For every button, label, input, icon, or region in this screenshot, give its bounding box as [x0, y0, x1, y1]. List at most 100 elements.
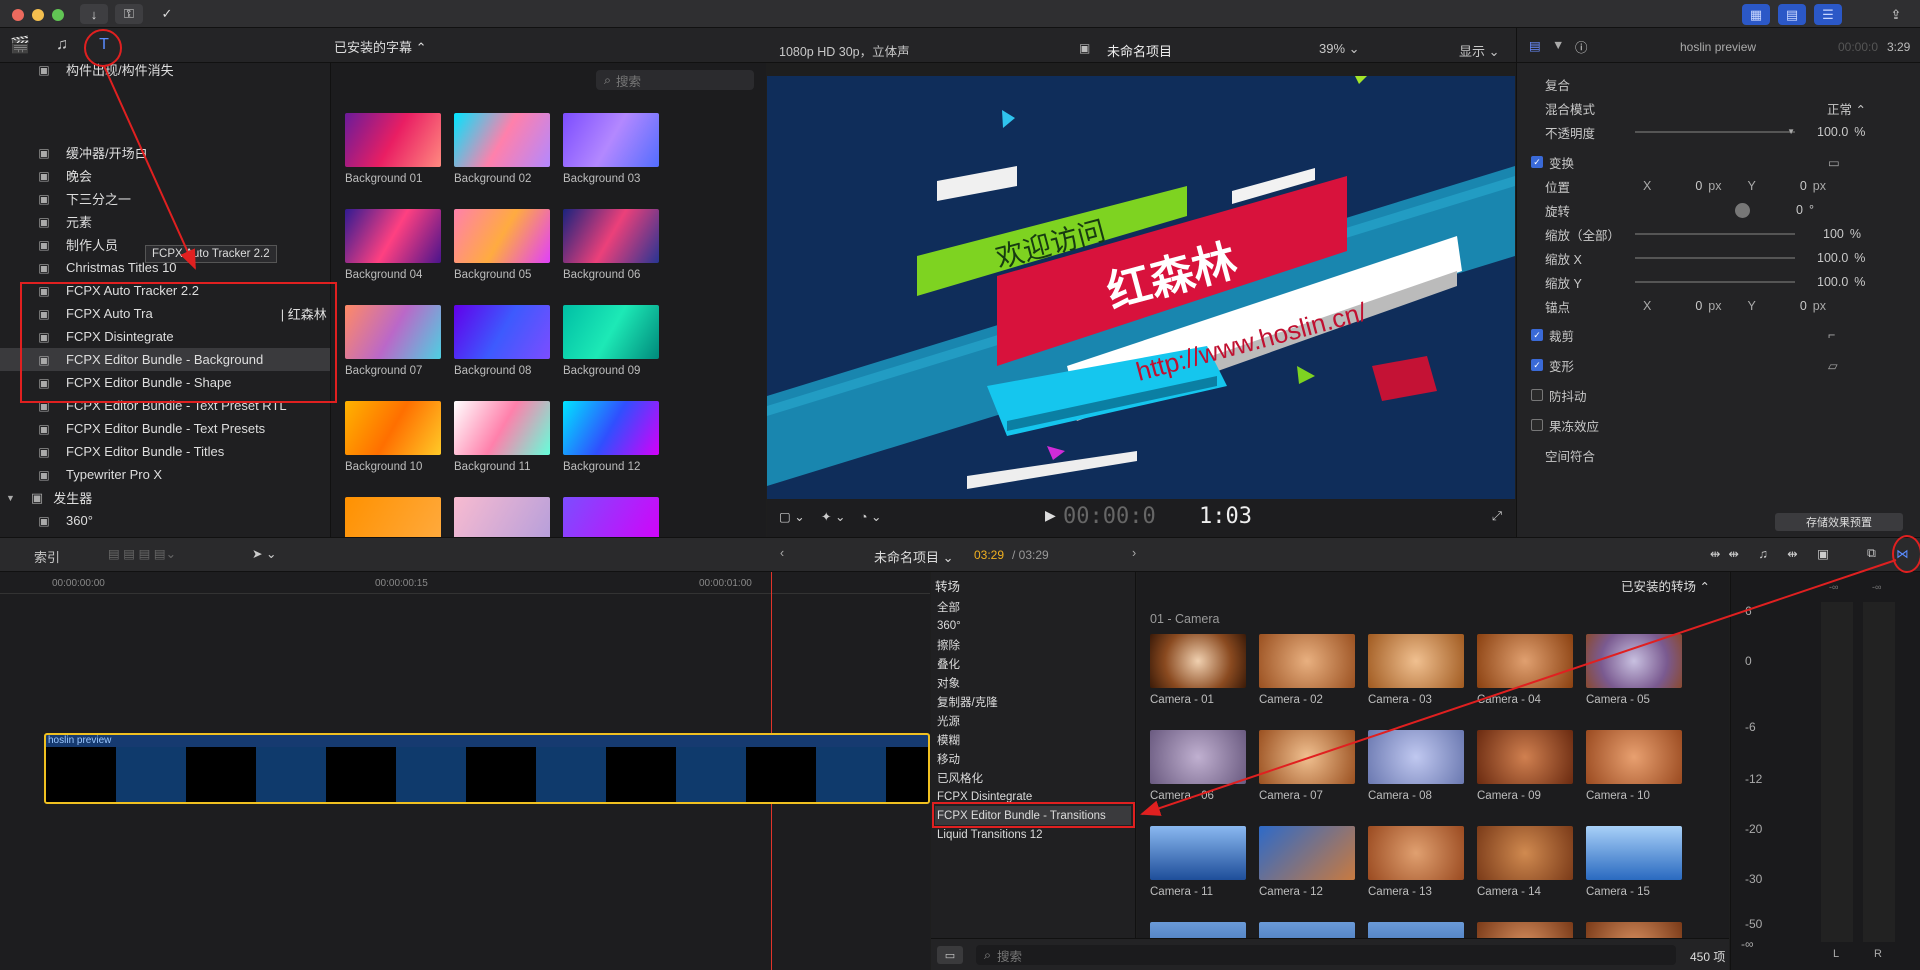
clip-appearance-button[interactable]: ⧉	[1867, 546, 1876, 561]
sidebar-item[interactable]: ▣ 下三分之一	[0, 187, 330, 210]
transition-category[interactable]: 对象	[935, 673, 1131, 692]
zoom-selector[interactable]: 39% ⌄	[1319, 41, 1360, 57]
show-inspector-button[interactable]: ☰	[1814, 4, 1842, 25]
stabilize-checkbox[interactable]	[1531, 389, 1543, 401]
sidebar-item[interactable]: ▣ 缓冲器/开场白	[0, 141, 330, 164]
transition-category[interactable]: 360°	[935, 616, 1131, 635]
libraries-button[interactable]: 🎬	[8, 34, 32, 56]
transition-thumbnail[interactable]	[1150, 826, 1246, 880]
keywords-button[interactable]: ⚿	[115, 4, 143, 24]
scale-y-slider[interactable]	[1635, 281, 1795, 283]
transition-category[interactable]: 擦除	[935, 635, 1131, 654]
transition-category[interactable]: 移动	[935, 749, 1131, 768]
show-browser-button[interactable]: ▦	[1742, 4, 1770, 25]
distort-checkbox[interactable]: ✓	[1531, 359, 1543, 371]
sidebar-item[interactable]: ▣ 晚会	[0, 164, 330, 187]
distort-onscreen-button[interactable]: ▱	[1828, 358, 1838, 373]
transition-thumbnail[interactable]	[1586, 634, 1682, 688]
transition-thumbnail[interactable]	[1368, 730, 1464, 784]
transform-onscreen-button[interactable]: ▭	[1828, 155, 1840, 170]
transition-category[interactable]: 模糊	[935, 730, 1131, 749]
index-button[interactable]: 索引	[34, 547, 60, 566]
timeline-clip[interactable]: hoslin preview	[44, 733, 930, 804]
enhance-menu[interactable]: ✦ ⌄	[821, 509, 845, 524]
transition-thumbnail[interactable]	[1477, 634, 1573, 688]
info-inspector-tab[interactable]: ⓘ	[1575, 37, 1588, 56]
title-thumbnail[interactable]	[563, 209, 659, 263]
generator-item[interactable]: ▣ 360°	[0, 509, 330, 532]
transform-tool-menu[interactable]: ▢ ⌄	[779, 509, 805, 524]
sidebar-item[interactable]: ▣ FCPX Editor Bundle - Text Presets	[0, 417, 330, 440]
viewer-canvas[interactable]: 欢迎访问 红森林 http://www.hoslin.cn/	[767, 76, 1515, 499]
color-inspector-tab[interactable]: ▼	[1552, 38, 1564, 52]
zoom-window-button[interactable]	[52, 9, 64, 21]
transform-checkbox[interactable]: ✓	[1531, 156, 1543, 168]
import-button[interactable]: ↓	[80, 4, 108, 24]
transition-category[interactable]: 复制器/克隆	[935, 692, 1131, 711]
title-thumbnail[interactable]	[454, 305, 550, 359]
rolling-shutter-checkbox[interactable]	[1531, 419, 1543, 431]
transition-thumbnail[interactable]	[1586, 826, 1682, 880]
next-timeline-button[interactable]: ›	[1132, 546, 1136, 560]
transition-thumbnail[interactable]	[1150, 730, 1246, 784]
title-thumbnail[interactable]	[563, 305, 659, 359]
close-window-button[interactable]	[12, 9, 24, 21]
title-thumbnail[interactable]	[454, 113, 550, 167]
transition-category[interactable]: 光源	[935, 711, 1131, 730]
scale-all-slider[interactable]	[1635, 233, 1795, 235]
scale-x-slider[interactable]	[1635, 257, 1795, 259]
opacity-slider[interactable]: ▼	[1635, 127, 1795, 136]
titles-search-field[interactable]: ⌕ 搜索	[596, 70, 754, 90]
anchor-y-value[interactable]: 0	[1800, 299, 1807, 313]
photos-audio-button[interactable]: ♫	[50, 34, 74, 56]
title-thumbnail[interactable]	[345, 113, 441, 167]
transition-category[interactable]: 已风格化	[935, 768, 1131, 787]
transition-thumbnail[interactable]	[1150, 634, 1246, 688]
retime-menu[interactable]: ◔ ⌄	[860, 509, 882, 524]
title-thumbnail[interactable]	[563, 113, 659, 167]
share-button[interactable]: ⇪	[1882, 4, 1910, 25]
generators-group[interactable]: ▼ ▣ 发生器	[0, 486, 330, 509]
transition-thumbnail[interactable]	[1477, 826, 1573, 880]
transition-thumbnail[interactable]	[1259, 634, 1355, 688]
transition-thumbnail[interactable]	[1259, 730, 1355, 784]
rotation-dial[interactable]	[1735, 202, 1750, 218]
display-menu[interactable]: 显示 ⌄	[1459, 41, 1500, 60]
transition-thumbnail[interactable]	[1259, 826, 1355, 880]
sidebar-item[interactable]: ▣ FCPX Editor Bundle - Titles	[0, 440, 330, 463]
title-thumbnail[interactable]	[345, 401, 441, 455]
blend-mode-popup[interactable]: 正常 ⌃	[1827, 99, 1866, 118]
transition-category[interactable]: 全部	[935, 597, 1131, 616]
transition-category[interactable]: 叠化	[935, 654, 1131, 673]
tool-menu[interactable]: ➤ ⌄	[252, 546, 276, 561]
title-thumbnail[interactable]	[563, 497, 659, 537]
timeline-view-buttons[interactable]: ⇹⇹ ♫ ⇹ ▣	[1710, 546, 1837, 561]
show-timeline-button[interactable]: ▤	[1778, 4, 1806, 25]
transition-thumbnail[interactable]	[1477, 730, 1573, 784]
edit-buttons[interactable]: ▤ ▤ ▤ ▤⌄	[108, 546, 176, 561]
transition-thumbnail[interactable]	[1586, 730, 1682, 784]
previous-timeline-button[interactable]: ‹	[780, 546, 784, 560]
fullscreen-button[interactable]: ⤢	[1492, 509, 1502, 524]
save-effects-preset-button[interactable]: 存储效果预置	[1775, 513, 1903, 531]
scale-all-value[interactable]: 100	[1823, 227, 1844, 241]
scale-y-value[interactable]: 100.0	[1817, 275, 1848, 289]
title-thumbnail[interactable]	[345, 209, 441, 263]
minimize-window-button[interactable]	[32, 9, 44, 21]
position-x-value[interactable]: 0	[1695, 179, 1702, 193]
title-thumbnail[interactable]	[454, 209, 550, 263]
title-thumbnail[interactable]	[345, 497, 441, 537]
scale-x-value[interactable]: 100.0	[1817, 251, 1848, 265]
video-inspector-tab[interactable]: ▤	[1529, 38, 1541, 53]
sidebar-item[interactable]: ▣ Typewriter Pro X	[0, 463, 330, 486]
sidebar-toggle-button[interactable]: ▭	[937, 946, 963, 964]
title-thumbnail[interactable]	[345, 305, 441, 359]
crop-onscreen-button[interactable]: ⌐	[1828, 328, 1835, 342]
anchor-x-value[interactable]: 0	[1695, 299, 1702, 313]
opacity-value[interactable]: 100.0	[1817, 125, 1848, 139]
project-menu[interactable]: 未命名项目 ⌄	[874, 547, 954, 566]
sidebar-item[interactable]: ▣ 元素	[0, 210, 330, 233]
transition-thumbnail[interactable]	[1368, 634, 1464, 688]
background-tasks-button[interactable]: ✓	[153, 4, 181, 24]
transitions-search-field[interactable]: ⌕ 搜索	[976, 945, 1676, 965]
